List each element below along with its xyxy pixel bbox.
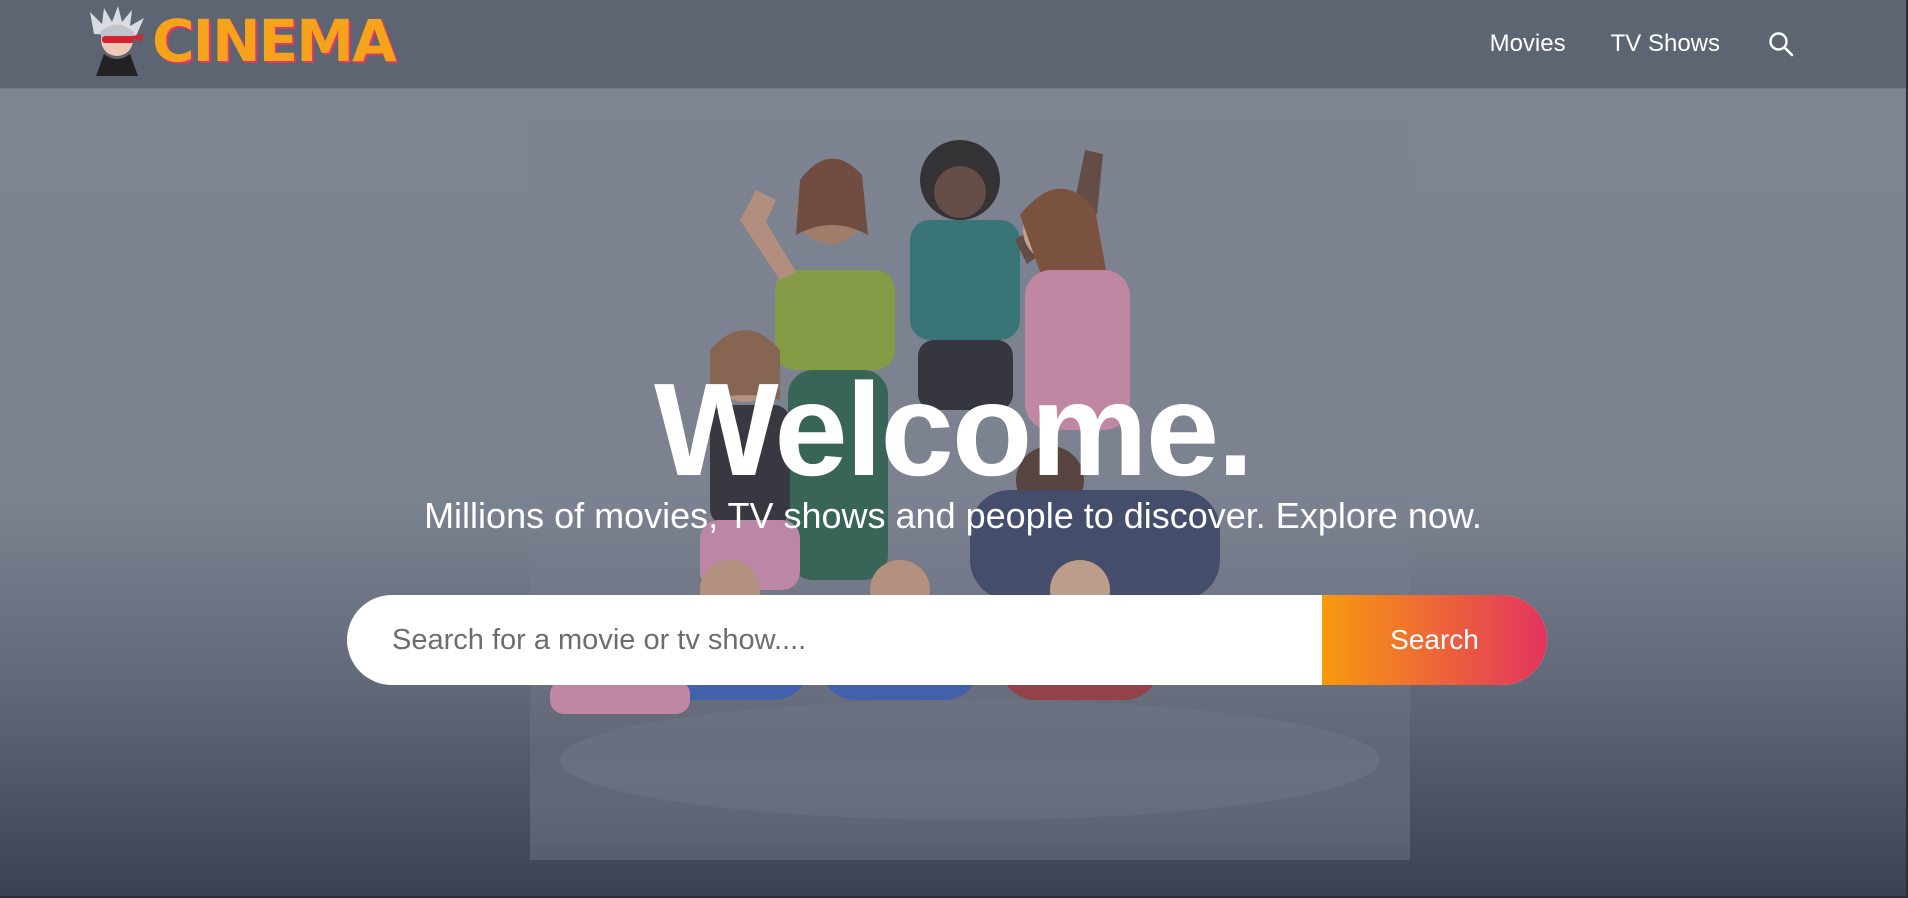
hero-banner: Welcome. Millions of movies, TV shows an… [0,0,1906,896]
nav-tv-shows[interactable]: TV Shows [1611,30,1720,58]
top-header: CINEMA Movies TV Shows [0,0,1906,88]
hero-search-input[interactable] [347,595,1322,685]
hero-subtitle: Millions of movies, TV shows and people … [424,495,1482,536]
hero-title: Welcome. [654,356,1254,503]
anime-mascot-icon [90,6,144,76]
logo[interactable]: CINEMA [86,6,397,76]
main-nav: Movies TV Shows [1445,22,1796,66]
nav-movies[interactable]: Movies [1490,30,1566,58]
hero-search-bar: Search [347,595,1547,685]
search-icon[interactable] [1766,29,1796,59]
hero-search-button[interactable]: Search [1322,595,1547,685]
page: Welcome. Millions of movies, TV shows an… [0,0,1908,898]
logo-text: CINEMA [152,7,397,75]
